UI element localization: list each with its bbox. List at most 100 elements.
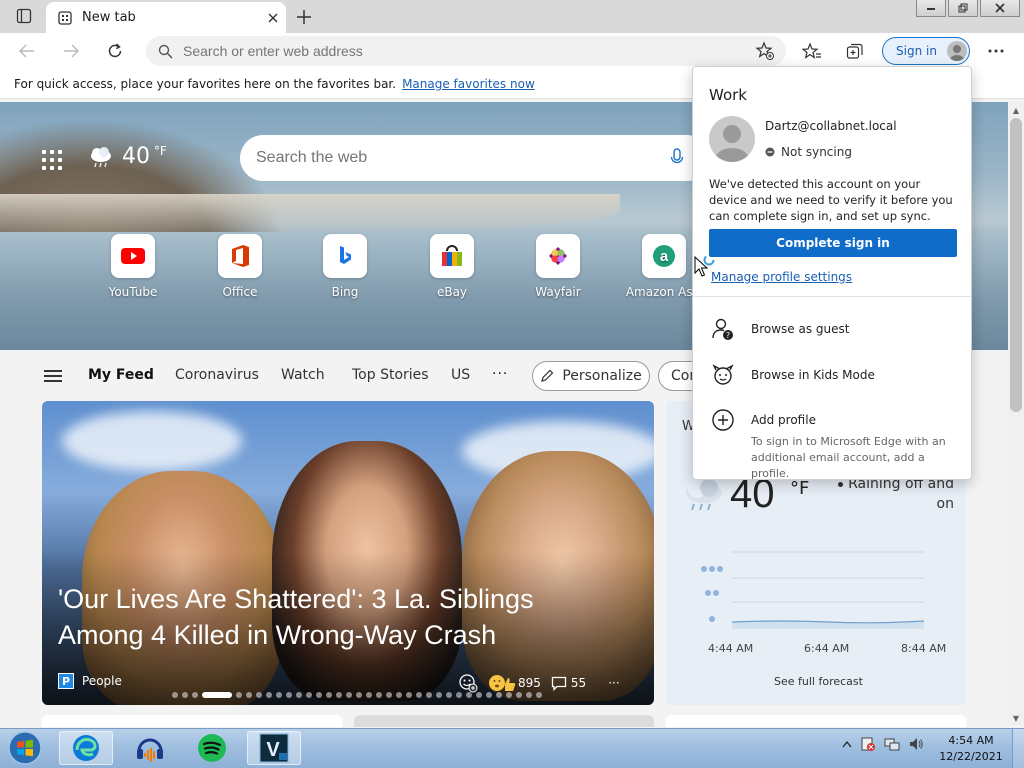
see-full-forecast-link[interactable]: See full forecast	[774, 675, 863, 688]
avatar-icon	[946, 41, 967, 61]
profile-sign-in-button[interactable]: Sign in	[882, 37, 970, 65]
quick-link-office[interactable]: Office	[195, 234, 285, 299]
quick-link-youtube[interactable]: YouTube	[88, 234, 178, 299]
minimize-icon	[927, 8, 935, 10]
collections-button[interactable]	[840, 36, 870, 66]
minimize-button[interactable]	[916, 0, 946, 17]
feed-menu-button[interactable]	[44, 370, 62, 382]
quick-link-label: Wayfair	[535, 285, 581, 299]
back-button[interactable]	[12, 36, 42, 66]
add-favorite-button[interactable]	[750, 36, 780, 66]
add-reaction-icon[interactable]	[458, 673, 478, 693]
more-horizontal-icon	[988, 49, 1004, 53]
search-icon	[158, 44, 173, 59]
taskbar-edge[interactable]	[59, 731, 113, 765]
favorites-bar-message: For quick access, place your favorites h…	[14, 76, 397, 91]
taskbar-veracrypt[interactable]: V	[247, 731, 301, 765]
show-desktop-button[interactable]	[1012, 729, 1024, 768]
collections-icon	[846, 43, 863, 59]
tab-watch[interactable]: Watch	[281, 367, 325, 383]
settings-and-more-button[interactable]	[981, 36, 1011, 66]
news-headline[interactable]: 'Our Lives Are Shattered': 3 La. Sibling…	[58, 581, 618, 653]
network-icon[interactable]	[884, 736, 900, 752]
tab-coronavirus[interactable]: Coronavirus	[175, 367, 259, 383]
wayfair-icon	[536, 234, 580, 278]
audacity-icon	[137, 738, 163, 762]
feed-more-button[interactable]: ···	[492, 366, 508, 382]
action-center-icon[interactable]	[860, 736, 876, 752]
taskbar-audacity[interactable]	[123, 731, 177, 765]
taskbar-clock[interactable]: 4:54 AM 12/22/2021	[936, 733, 1006, 765]
browse-kids-mode-item[interactable]: Browse in Kids Mode	[711, 363, 875, 387]
web-search-input[interactable]	[256, 149, 656, 167]
svg-text:a: a	[660, 248, 669, 265]
news-card-peek[interactable]	[354, 715, 654, 727]
quick-link-wayfair[interactable]: Wayfair	[513, 234, 603, 299]
quick-link-bing[interactable]: Bing	[300, 234, 390, 299]
office-icon	[218, 234, 262, 278]
favorites-icon	[802, 42, 821, 59]
manage-favorites-link[interactable]: Manage favorites now	[402, 77, 535, 91]
show-hidden-icons-icon[interactable]	[842, 740, 852, 748]
favorites-button[interactable]	[797, 36, 827, 66]
forward-button[interactable]	[56, 36, 86, 66]
scrollbar-thumb[interactable]	[1010, 118, 1022, 412]
add-profile-item[interactable]: Add profile	[711, 408, 816, 432]
quick-link-ebay[interactable]: eBay	[407, 234, 497, 299]
app-launcher-button[interactable]	[38, 146, 66, 174]
new-tab-button[interactable]	[290, 5, 318, 29]
scroll-down-icon[interactable]: ▼	[1010, 712, 1022, 724]
reaction-count: 895	[518, 676, 541, 690]
quick-link-label: Bing	[331, 285, 359, 299]
tab-new-tab[interactable]: New tab	[46, 2, 286, 33]
refresh-button[interactable]	[100, 36, 130, 66]
star-plus-icon	[755, 41, 774, 60]
browse-as-guest-label: Browse as guest	[751, 322, 850, 336]
hero-weather[interactable]: 40 °F	[88, 144, 167, 169]
precipitation-level-heavy-icon	[701, 566, 723, 572]
close-window-button[interactable]	[980, 0, 1020, 17]
comments[interactable]: 55	[551, 676, 586, 691]
sync-status-text: Not syncing	[781, 145, 852, 159]
volume-icon[interactable]	[908, 736, 924, 752]
address-bar[interactable]	[146, 36, 786, 66]
tab-my-feed[interactable]: My Feed	[88, 367, 154, 383]
forecast-time: 4:44 AM	[708, 642, 754, 655]
carousel-indicator[interactable]	[172, 692, 542, 698]
spotify-icon	[198, 734, 226, 762]
news-card-peek[interactable]	[42, 715, 342, 727]
pencil-icon	[541, 369, 554, 382]
close-tab-icon[interactable]	[268, 13, 278, 23]
reactions[interactable]: 895	[488, 674, 541, 692]
taskbar-spotify[interactable]	[185, 731, 239, 765]
news-card-peek[interactable]	[666, 715, 966, 727]
personalize-label: Personalize	[562, 368, 642, 384]
tab-top-stories[interactable]: Top Stories	[352, 367, 429, 383]
manage-profile-settings-link[interactable]: Manage profile settings	[711, 270, 852, 284]
complete-sign-in-button[interactable]: Complete sign in	[709, 229, 957, 257]
ebay-icon	[430, 234, 474, 278]
arrow-right-icon	[64, 44, 79, 58]
guest-icon: ?	[712, 318, 733, 340]
comment-icon	[551, 676, 567, 691]
comment-count: 55	[570, 676, 587, 690]
scroll-up-icon[interactable]: ▲	[1010, 104, 1022, 116]
restore-button[interactable]	[948, 0, 978, 17]
start-button[interactable]	[6, 730, 44, 766]
tab-us[interactable]: US	[451, 367, 470, 383]
svg-text:?: ?	[726, 331, 730, 340]
browse-as-guest-item[interactable]: ? Browse as guest	[711, 317, 850, 341]
web-search-box[interactable]	[240, 135, 710, 181]
precipitation-level-medium-icon	[705, 590, 719, 596]
personalize-button[interactable]: Personalize	[532, 361, 650, 391]
browser-toolbar	[0, 33, 1024, 69]
microphone-icon[interactable]	[670, 148, 684, 168]
tab-actions-button[interactable]	[6, 4, 42, 28]
address-input[interactable]	[183, 43, 743, 59]
cloud-rain-icon	[91, 146, 111, 167]
news-card[interactable]: 'Our Lives Are Shattered': 3 La. Sibling…	[42, 401, 654, 705]
sync-off-icon	[765, 147, 775, 157]
news-source[interactable]: P People	[58, 673, 122, 689]
close-icon	[995, 3, 1005, 13]
news-more-button[interactable]: ···	[608, 676, 619, 690]
